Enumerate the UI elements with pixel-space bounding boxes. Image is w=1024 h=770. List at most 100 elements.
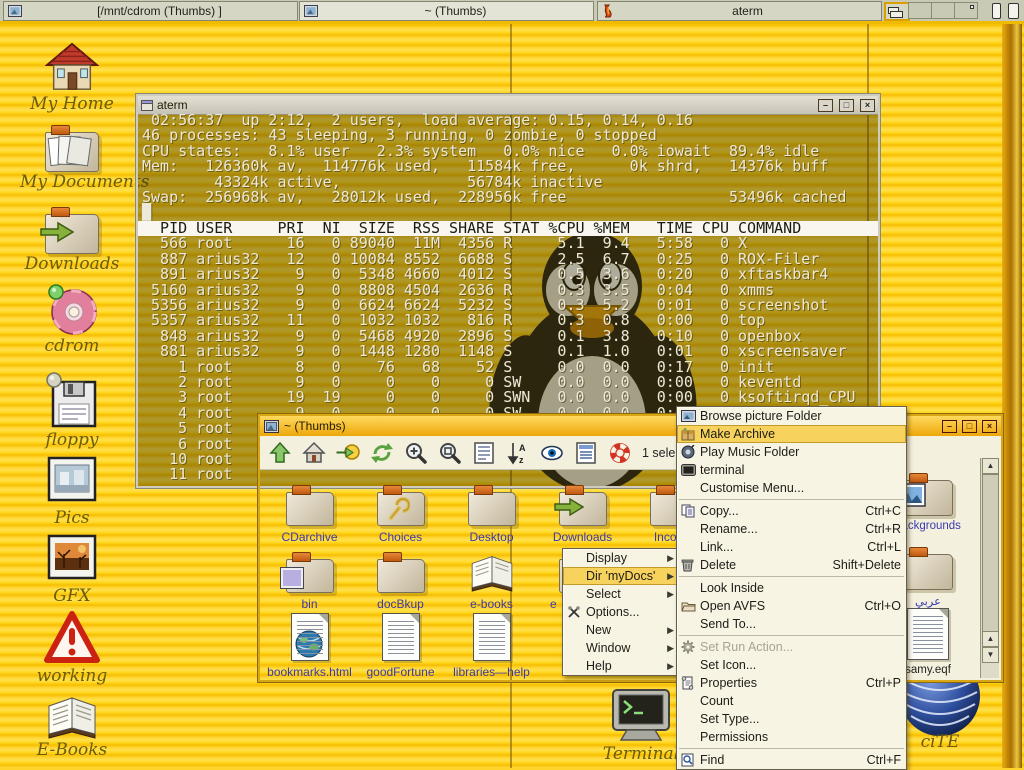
menu-item-display[interactable]: Display▶: [563, 549, 679, 567]
file-item-libraries-help[interactable]: libraries—help: [446, 615, 537, 679]
file-item-bookmarks[interactable]: bookmarks.html: [264, 615, 355, 679]
file-label: Choices: [355, 530, 446, 544]
taskbar-button-home-thumbs[interactable]: ~ (Thumbs): [299, 1, 594, 21]
top-summary-text: 02:56:37 up 2:12, 2 users, load average:…: [142, 113, 846, 221]
file-item-downloads[interactable]: Downloads: [537, 480, 628, 544]
pager-window: [890, 11, 903, 18]
tray-bar-2[interactable]: [1008, 3, 1019, 19]
desktop-icon-my-documents[interactable]: My Documents: [20, 116, 124, 192]
pager-desktop-4[interactable]: [954, 2, 978, 19]
close-button[interactable]: ×: [860, 99, 875, 112]
file-label: Desktop: [446, 530, 537, 544]
file-item-bin[interactable]: bin: [264, 547, 355, 611]
scroll-up-arrow[interactable]: ▲: [982, 631, 999, 647]
file-item-docbkup[interactable]: docBkup: [355, 547, 446, 611]
menu-item-open-avfs[interactable]: Open AVFSCtrl+O: [677, 597, 906, 615]
menu-item-set-icon[interactable]: Set Icon...: [677, 656, 906, 674]
refresh-icon[interactable]: [370, 441, 394, 465]
trash-icon: [681, 558, 700, 572]
menu-item-rename[interactable]: Rename...Ctrl+R: [677, 520, 906, 538]
folder-wrench-icon: [355, 480, 446, 526]
svg-text:z: z: [519, 455, 524, 465]
minimize-button[interactable]: –: [942, 420, 957, 433]
file-item-choices[interactable]: Choices: [355, 480, 446, 544]
menu-item-set-type[interactable]: Set Type...: [677, 710, 906, 728]
document-icon: [355, 615, 446, 661]
menu-item-terminal[interactable]: terminal: [677, 461, 906, 479]
pager-desktop-3[interactable]: [931, 2, 955, 19]
minimize-button[interactable]: –: [818, 99, 833, 112]
show-hidden-eye-icon[interactable]: [540, 441, 564, 465]
pager-desktop-2[interactable]: [908, 2, 932, 19]
menu-item-send-to[interactable]: Send To...: [677, 615, 906, 633]
menu-item-properties[interactable]: PropertiesCtrl+P: [677, 674, 906, 692]
menu-item-count[interactable]: Count: [677, 692, 906, 710]
folder-icon: [355, 547, 446, 593]
file-item-desktop[interactable]: Desktop: [446, 480, 537, 544]
menu-item-options[interactable]: Options...: [563, 603, 679, 621]
svg-text:A: A: [519, 443, 526, 453]
menu-item-select[interactable]: Select▶: [563, 585, 679, 603]
up-icon[interactable]: [268, 441, 292, 465]
menu-item-window[interactable]: Window▶: [563, 639, 679, 657]
taskbar-button-cdrom[interactable]: [/mnt/cdrom (Thumbs) ]: [3, 1, 298, 21]
desktop-icon-label: Pics: [20, 508, 124, 528]
wallpaper-right-band: [1002, 24, 1022, 768]
desktop-icon-pics[interactable]: Pics: [20, 452, 124, 528]
scrollbar-thumb[interactable]: [982, 474, 999, 641]
desktop-icon-my-home[interactable]: My Home: [20, 38, 124, 114]
menu-item-delete[interactable]: DeleteShift+Delete: [677, 556, 906, 574]
vertical-scrollbar[interactable]: ▲ ▲ ▼: [980, 458, 999, 678]
menu-item-browse-picture-folder[interactable]: Browse picture Folder: [677, 407, 906, 425]
maximize-button[interactable]: □: [962, 420, 977, 433]
desktop-icon-label: My Documents: [20, 172, 124, 192]
bookmarks-icon[interactable]: [336, 441, 360, 465]
desktop-icon-ebooks[interactable]: E-Books: [20, 690, 124, 760]
scroll-down-arrow[interactable]: ▼: [982, 647, 999, 663]
close-button[interactable]: ×: [982, 420, 997, 433]
desktop-icon-downloads[interactable]: Downloads: [20, 198, 124, 274]
menu-item-customise-menu[interactable]: Customise Menu...: [677, 479, 906, 497]
pager-desktop-1[interactable]: [884, 2, 910, 21]
file-item-cdarchive[interactable]: CDarchive: [264, 480, 355, 544]
sort-icon[interactable]: A z: [506, 441, 530, 465]
submenu-arrow-icon: ▶: [667, 625, 674, 636]
menu-item-find[interactable]: FindCtrl+F: [677, 751, 906, 769]
home-icon[interactable]: [302, 441, 326, 465]
find-icon: [681, 753, 700, 767]
menu-item-look-inside[interactable]: Look Inside: [677, 579, 906, 597]
scroll-up-arrow[interactable]: ▲: [982, 458, 999, 474]
maximize-button[interactable]: □: [839, 99, 854, 112]
taskbar-button-aterm[interactable]: aterm: [597, 1, 882, 21]
menu-item-set-run-action[interactable]: Set Run Action...: [677, 638, 906, 656]
file-item-goodfortune[interactable]: goodFortune: [355, 615, 446, 679]
desktop-icon-gfx[interactable]: GFX: [20, 530, 124, 606]
zoom-in-icon[interactable]: [404, 441, 428, 465]
gfx-photo-icon: [20, 530, 124, 586]
documents-folder-icon: [20, 116, 124, 172]
select-list-icon[interactable]: [574, 441, 598, 465]
file-item-ebooks[interactable]: e-books: [446, 547, 537, 611]
desktop-icon-working[interactable]: working: [20, 610, 124, 686]
menu-item-link[interactable]: Link...Ctrl+L: [677, 538, 906, 556]
menu-item-dir-mydocs[interactable]: Dir 'myDocs'▶: [563, 567, 679, 585]
desktop-icon-cdrom[interactable]: cdrom: [20, 280, 124, 356]
menu-item-play-music-folder[interactable]: Play Music Folder: [677, 443, 906, 461]
desktop-icon-floppy[interactable]: floppy: [20, 372, 124, 450]
menu-item-make-archive[interactable]: Make Archive: [677, 425, 906, 443]
desktop-icon-label: floppy: [20, 430, 124, 450]
list-view-icon[interactable]: [472, 441, 496, 465]
menu-item-new[interactable]: New▶: [563, 621, 679, 639]
desktop-icon-label: working: [20, 666, 124, 686]
tray-bar-1[interactable]: [992, 3, 1001, 19]
file-label: CDarchive: [264, 530, 355, 544]
menu-item-copy[interactable]: Copy...Ctrl+C: [677, 502, 906, 520]
open-folder-icon: [681, 600, 700, 612]
help-lifesaver-icon[interactable]: [608, 441, 632, 465]
rox-context-menu: Display▶ Dir 'myDocs'▶ Select▶ Options..…: [562, 548, 680, 676]
menu-item-help[interactable]: Help▶: [563, 657, 679, 675]
thumbnails-zoom-icon[interactable]: [438, 441, 462, 465]
desktop-icon-label: cdrom: [20, 336, 124, 356]
desktop-icon-label: E-Books: [20, 740, 124, 760]
menu-item-permissions[interactable]: Permissions: [677, 728, 906, 746]
